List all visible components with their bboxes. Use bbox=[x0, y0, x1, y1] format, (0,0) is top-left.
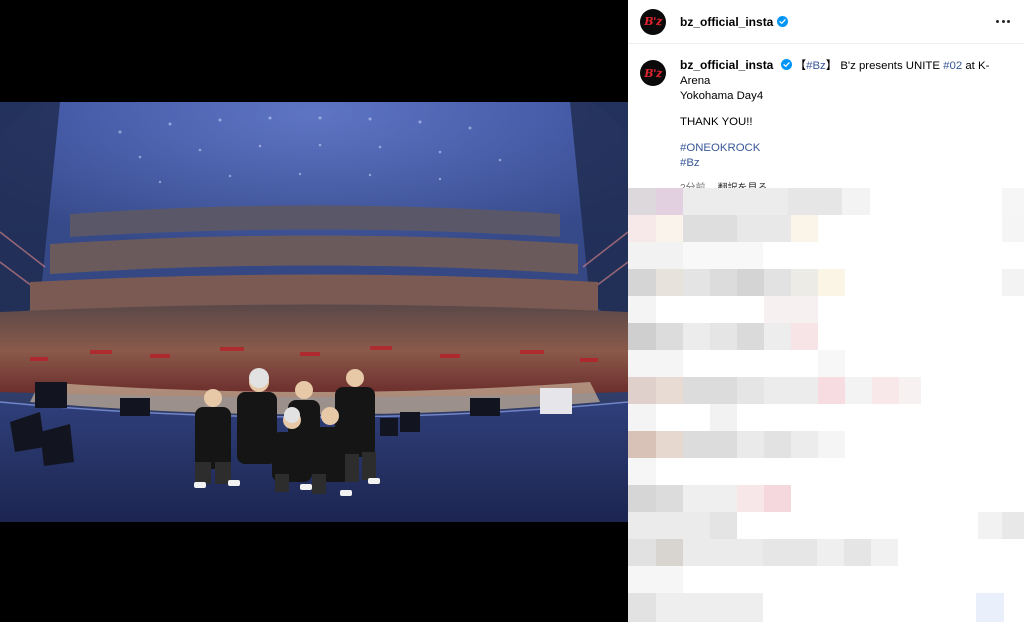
caption-open-bracket: 【 bbox=[794, 60, 807, 72]
hashtag-oneokrock-link[interactable]: #ONEOKROCK bbox=[680, 141, 1010, 156]
avatar-logo-text: B'z bbox=[644, 15, 662, 28]
post-header: B'z bz_official_insta bbox=[628, 0, 1024, 44]
hashtag-02-link[interactable]: #02 bbox=[943, 60, 962, 72]
verified-badge-icon bbox=[780, 59, 792, 70]
verified-badge-icon bbox=[777, 16, 789, 27]
post-caption: B'z bz_official_insta 【#Bz】 B'z presents… bbox=[628, 44, 1024, 196]
caption-thanks: THANK YOU!! bbox=[680, 116, 753, 128]
post-photo[interactable] bbox=[0, 102, 628, 522]
caption-line2: Yokohama Day4 bbox=[680, 90, 764, 102]
caption-close-bracket: 】 bbox=[825, 60, 838, 72]
hashtag-bz-link[interactable]: #Bz bbox=[806, 60, 826, 72]
hashtag-bz-footer-link[interactable]: #Bz bbox=[680, 156, 1010, 171]
caption-text: bz_official_insta 【#Bz】 B'z presents UNI… bbox=[680, 58, 1010, 196]
concert-photo-illustration bbox=[0, 102, 628, 522]
caption-title-text: B'z presents UNITE bbox=[837, 60, 944, 72]
blurred-comments-area bbox=[628, 188, 1024, 622]
profile-avatar[interactable]: B'z bbox=[640, 8, 666, 35]
post-sidebar: B'z bz_official_insta B'z bz_official_in… bbox=[628, 0, 1024, 622]
media-panel bbox=[0, 0, 628, 622]
caption-avatar[interactable]: B'z bbox=[640, 60, 666, 86]
instagram-post-viewer: B'z bz_official_insta B'z bz_official_in… bbox=[0, 0, 1024, 622]
caption-username[interactable]: bz_official_insta bbox=[680, 58, 773, 72]
header-username[interactable]: bz_official_insta bbox=[680, 15, 773, 29]
more-options-icon[interactable] bbox=[994, 13, 1012, 31]
avatar-logo-text: B'z bbox=[644, 66, 662, 80]
